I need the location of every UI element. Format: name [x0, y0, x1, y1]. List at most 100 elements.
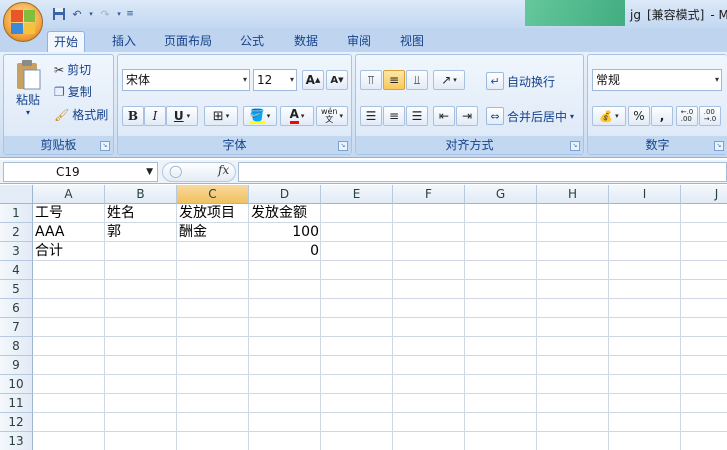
row-header-9[interactable]: 9 — [0, 356, 33, 375]
tab-view[interactable]: 视图 — [394, 31, 430, 52]
title-bar: ↶ ▾ ↷ ▾ ≡ jg [兼容模式] - M — [0, 0, 727, 28]
row-header-7[interactable]: 7 — [0, 318, 33, 337]
shrink-font-button[interactable]: A ▼ — [326, 70, 348, 90]
cell-b2[interactable]: 郭 — [105, 223, 177, 242]
cell-b1[interactable]: 姓名 — [105, 204, 177, 223]
merge-cells-icon: ⇔ — [486, 107, 504, 125]
undo-dropdown-icon[interactable]: ▾ — [86, 6, 96, 22]
wrap-text-button[interactable]: ↵ 自动换行 — [486, 72, 555, 90]
font-name-combo[interactable]: 宋体 ▾ — [122, 69, 250, 91]
tab-page-layout[interactable]: 页面布局 — [158, 31, 218, 52]
format-painter-button[interactable]: 🖌 格式刷 — [54, 106, 108, 123]
font-launcher-icon[interactable]: ↘ — [338, 141, 348, 151]
borders-button[interactable]: ⊞ ▾ — [204, 106, 238, 126]
column-header-g[interactable]: G — [465, 185, 537, 204]
align-left-button[interactable]: ☰ — [360, 106, 382, 126]
grow-font-label: A — [305, 73, 315, 87]
tab-formulas[interactable]: 公式 — [234, 31, 270, 52]
column-header-i[interactable]: I — [609, 185, 681, 204]
office-logo-icon — [11, 10, 35, 34]
clipboard-group: 粘贴 ▾ ✂ 剪切 ❐ 复制 🖌 格式刷 剪贴板 ↘ — [3, 54, 114, 155]
fill-color-button[interactable]: 🪣 ▾ — [243, 106, 277, 126]
align-top-button[interactable]: ⫪ — [360, 70, 382, 90]
customize-qat-icon[interactable]: ≡ — [124, 6, 136, 22]
column-header-a[interactable]: A — [33, 185, 105, 204]
row-header-6[interactable]: 6 — [0, 299, 33, 318]
chevron-down-icon: ▾ — [714, 75, 719, 84]
cell-d1[interactable]: 发放金额 — [249, 204, 321, 223]
redo-icon[interactable]: ↷ — [96, 6, 114, 22]
comma-button[interactable]: , — [651, 106, 673, 126]
bold-button[interactable]: B — [122, 106, 144, 126]
underline-label: U — [173, 109, 184, 123]
increase-indent-button[interactable]: ⇥ — [456, 106, 478, 126]
column-header-f[interactable]: F — [393, 185, 465, 204]
clipboard-launcher-icon[interactable]: ↘ — [100, 141, 110, 151]
insert-function-button[interactable]: fx — [218, 163, 229, 177]
align-middle-button[interactable]: ≡ — [383, 70, 405, 90]
row-header-8[interactable]: 8 — [0, 337, 33, 356]
office-button[interactable] — [3, 2, 43, 42]
orientation-button[interactable]: ↗ ▾ — [433, 70, 465, 90]
column-header-d[interactable]: D — [249, 185, 321, 204]
row-header-10[interactable]: 10 — [0, 375, 33, 394]
name-box[interactable]: C19 ▼ — [3, 162, 158, 182]
font-size-combo[interactable]: 12 ▾ — [253, 69, 297, 91]
alignment-launcher-icon[interactable]: ↘ — [570, 141, 580, 151]
increase-indent-icon: ⇥ — [461, 109, 473, 123]
tab-review[interactable]: 审阅 — [341, 31, 377, 52]
row-header-4[interactable]: 4 — [0, 261, 33, 280]
merge-center-button[interactable]: ⇔ 合并后居中 ▾ — [486, 107, 574, 125]
cell-d3[interactable]: 0 — [249, 242, 321, 261]
accounting-format-button[interactable]: 💰 ▾ — [592, 106, 626, 126]
column-header-j[interactable]: J — [681, 185, 727, 204]
select-all-corner[interactable] — [0, 185, 33, 204]
tab-data[interactable]: 数据 — [288, 31, 324, 52]
tab-home[interactable]: 开始 — [47, 31, 86, 52]
cell-c2[interactable]: 酬金 — [177, 223, 249, 242]
column-header-h[interactable]: H — [537, 185, 609, 204]
row-header-2[interactable]: 2 — [0, 223, 33, 242]
paste-button[interactable]: 粘贴 ▾ — [10, 59, 46, 117]
row-gridline — [33, 317, 727, 318]
decrease-indent-button[interactable]: ⇤ — [433, 106, 455, 126]
align-bottom-button[interactable]: ⫫ — [406, 70, 428, 90]
row-header-5[interactable]: 5 — [0, 280, 33, 299]
row-header-12[interactable]: 12 — [0, 413, 33, 432]
cut-button[interactable]: ✂ 剪切 — [54, 61, 91, 78]
italic-button[interactable]: I — [144, 106, 166, 126]
decrease-decimal-button[interactable]: .00 →.0 — [699, 106, 721, 126]
number-format-combo[interactable]: 常规 ▾ — [592, 69, 722, 91]
cell-a3[interactable]: 合计 — [33, 242, 105, 261]
align-center-button[interactable]: ≡ — [383, 106, 405, 126]
name-box-value: C19 — [56, 165, 80, 179]
worksheet-grid[interactable]: ABCDEFGHIJ 1 2 3 4 5 6 7 8 9 10 11 12 13 工号 姓名 发放项目 发放金… — [0, 185, 727, 450]
row-gridline — [33, 412, 727, 413]
undo-icon[interactable]: ↶ — [68, 6, 86, 22]
column-header-c[interactable]: C — [177, 185, 249, 204]
cell-a1[interactable]: 工号 — [33, 204, 105, 223]
column-header-e[interactable]: E — [321, 185, 393, 204]
row-header-1[interactable]: 1 — [0, 204, 33, 223]
formula-input[interactable] — [238, 162, 727, 182]
font-group: 宋体 ▾ 12 ▾ A ▲ A ▼ B I U ▾ ⊞ ▾ 🪣 ▾ A ▾ wén 文 ▾ 字体 ↘ — [117, 54, 352, 155]
phonetic-button[interactable]: wén 文 ▾ — [316, 106, 348, 126]
row-header-13[interactable]: 13 — [0, 432, 33, 450]
redo-dropdown-icon[interactable]: ▾ — [114, 6, 124, 22]
cell-a2[interactable]: AAA — [33, 223, 105, 242]
copy-button[interactable]: ❐ 复制 — [54, 83, 92, 100]
underline-button[interactable]: U ▾ — [166, 106, 198, 126]
row-header-3[interactable]: 3 — [0, 242, 33, 261]
number-launcher-icon[interactable]: ↘ — [714, 141, 724, 151]
save-icon[interactable] — [50, 6, 68, 22]
font-color-button[interactable]: A ▾ — [280, 106, 314, 126]
cell-d2[interactable]: 100 — [249, 223, 321, 242]
row-header-11[interactable]: 11 — [0, 394, 33, 413]
column-header-b[interactable]: B — [105, 185, 177, 204]
percent-button[interactable]: % — [628, 106, 650, 126]
align-right-button[interactable]: ☰ — [406, 106, 428, 126]
cell-c1[interactable]: 发放项目 — [177, 204, 249, 223]
increase-decimal-button[interactable]: ←.0.00 — [676, 106, 698, 126]
grow-font-button[interactable]: A ▲ — [302, 70, 324, 90]
tab-insert[interactable]: 插入 — [106, 31, 142, 52]
